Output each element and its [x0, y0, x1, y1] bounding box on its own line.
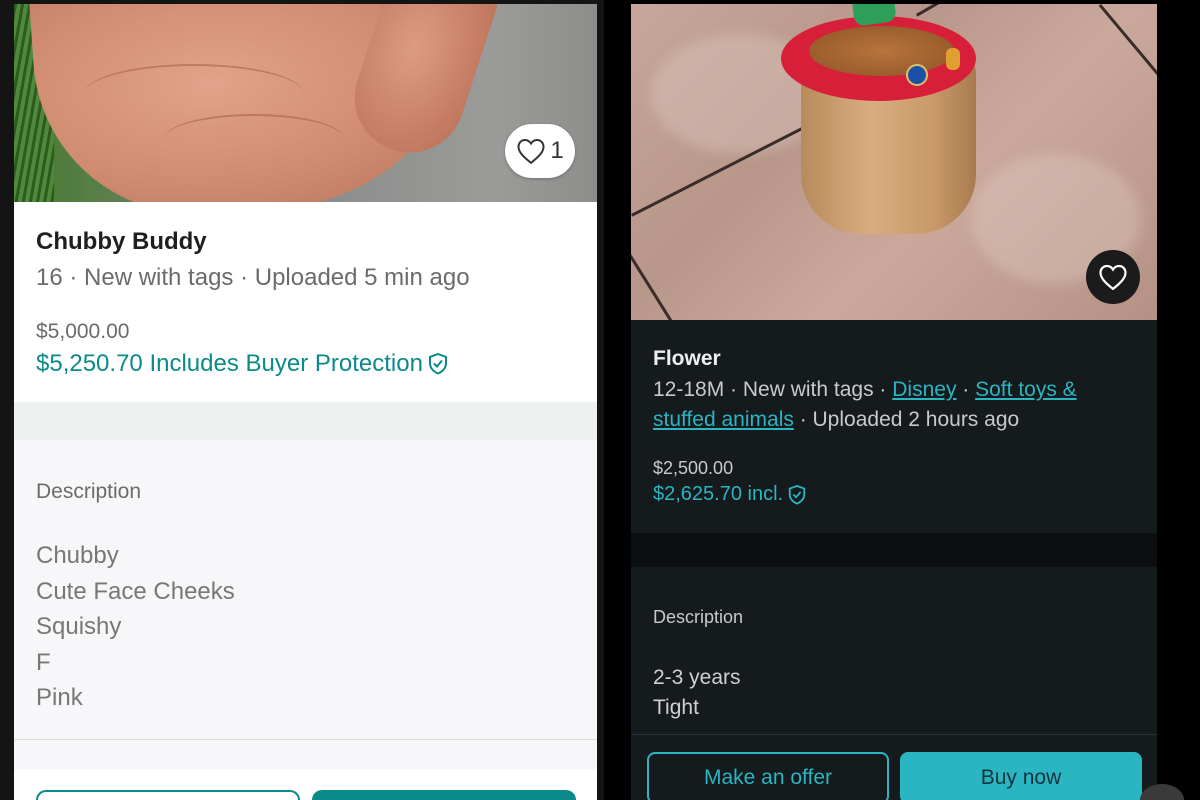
faded-row [14, 740, 597, 770]
meta-separator: · [956, 378, 976, 401]
listing-price: $5,000.00 [36, 320, 130, 343]
listing-details-card: Chubby Buddy 16 · New with tags · Upload… [14, 202, 597, 800]
description-label: Description [36, 480, 142, 503]
description-line: Cute Face Cheeks [36, 577, 235, 605]
heart-outline-icon [1099, 264, 1127, 291]
description-text: 2-3 years Tight [653, 663, 741, 723]
listing-details-card: Flower 12-18M · New with tags · Disney ·… [631, 320, 1157, 800]
description-label: Description [653, 607, 744, 627]
photo-crease [164, 114, 344, 164]
description-line: Chubby [36, 542, 119, 569]
make-offer-button-partial[interactable] [36, 790, 300, 800]
photo-pin [946, 48, 960, 70]
listing-total-price[interactable]: $2,625.70 incl. [653, 483, 807, 506]
make-offer-button[interactable]: Make an offer [647, 752, 889, 800]
listing-meta: 16 · New with tags · Uploaded 5 min ago [36, 264, 470, 291]
total-price-text: $5,250.70 Includes Buyer Protection [36, 350, 423, 377]
buy-now-button[interactable]: Buy now [900, 752, 1142, 800]
brand-link[interactable]: Disney [892, 378, 956, 401]
description-line: Pink [36, 684, 83, 711]
photo-pin [906, 64, 928, 86]
shield-check-icon [428, 352, 447, 375]
heart-outline-icon [517, 138, 545, 165]
listing-meta: 12-18M · New with tags · Disney · Soft t… [653, 375, 1123, 435]
description-section: Description Chubby Cute Face Cheeks Squi… [14, 440, 597, 740]
listing-title: Chubby Buddy [36, 228, 207, 255]
favorite-button[interactable]: 1 [505, 124, 575, 178]
description-line: 2-3 years [653, 666, 741, 689]
divider [631, 734, 1157, 735]
shield-check-icon [788, 484, 806, 505]
total-price-text: $2,625.70 incl. [653, 483, 784, 505]
listing-photo-hand[interactable] [14, 4, 597, 202]
description-text: Chubby Cute Face Cheeks Squishy F Pink [36, 538, 235, 716]
buy-now-button-partial[interactable] [312, 790, 576, 800]
favorite-count: 1 [550, 137, 564, 164]
listing-total-price[interactable]: $5,250.70 Includes Buyer Protection [36, 350, 449, 378]
tile-line [916, 4, 953, 17]
listing-title: Flower [653, 347, 721, 370]
listing-photo-flower-cup[interactable] [631, 4, 1157, 320]
tile-line [1098, 4, 1157, 75]
section-separator [14, 402, 597, 440]
favorite-button[interactable] [1086, 250, 1140, 304]
left-screenshot: 1 Chubby Buddy 16 · New with tags · Uplo… [0, 0, 604, 800]
description-line: Tight [653, 696, 699, 719]
section-separator [631, 533, 1157, 567]
meta-size-condition: 12-18M · New with tags · [653, 378, 893, 401]
description-line: F [36, 648, 51, 676]
description-line: Squishy [36, 613, 122, 640]
tile-line [631, 254, 695, 320]
listing-price: $2,500.00 [653, 458, 734, 478]
photo-cup-top [809, 26, 954, 76]
meta-upload-time: · Uploaded 2 hours ago [793, 408, 1020, 431]
